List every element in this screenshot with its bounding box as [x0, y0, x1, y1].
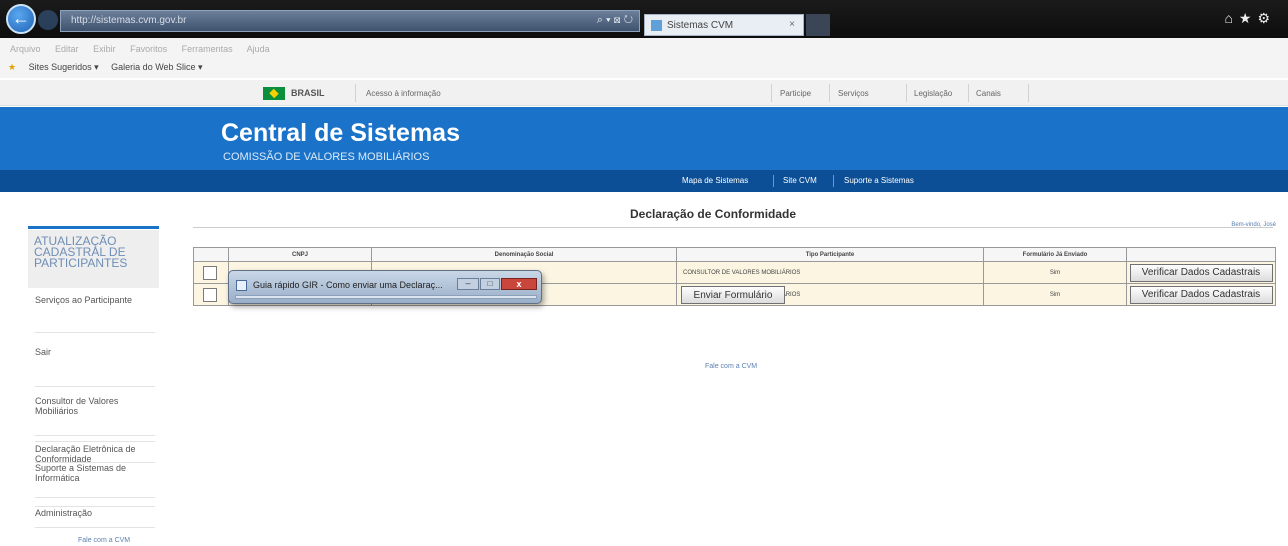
floating-window-title[interactable]: Guia rápido GIR - Como enviar uma Declar… [253, 280, 443, 290]
menu-item[interactable]: Editar [55, 44, 79, 54]
gov-link-participe[interactable]: Participe [780, 89, 811, 98]
maximize-icon[interactable]: □ [480, 278, 500, 290]
tab-title: Sistemas CVM [667, 20, 734, 31]
column-header-cnpj[interactable]: CNPJ [228, 247, 372, 262]
brazil-flag-icon [263, 87, 285, 100]
new-tab-button[interactable] [806, 14, 830, 36]
sidebar-item-servicos[interactable]: Serviços ao Participante [35, 295, 155, 333]
floating-window[interactable]: Guia rápido GIR - Como enviar uma Declar… [228, 270, 542, 304]
column-header-denominacao[interactable]: Denominação Social [371, 247, 677, 262]
divider [829, 84, 830, 102]
subnav-suporte[interactable]: Suporte a Sistemas [844, 176, 914, 185]
menu-item[interactable]: Exibir [93, 44, 116, 54]
send-form-button[interactable]: Enviar Formulário [681, 286, 785, 304]
tab-close-icon[interactable]: × [789, 19, 795, 30]
divider [833, 175, 834, 187]
enviado-cell: Sim [983, 261, 1127, 284]
gov-access-link[interactable]: Acesso à informação [366, 89, 441, 98]
row-checkbox[interactable] [203, 265, 217, 280]
close-icon[interactable]: x [501, 278, 537, 290]
table-header-row: CNPJ Denominação Social Tipo Participant… [193, 247, 1276, 262]
document-icon [236, 280, 247, 291]
gov-brasil-link[interactable]: BRASIL [291, 88, 325, 98]
action-cell: Verificar Dados Cadastrais [1126, 261, 1276, 284]
divider [355, 84, 356, 102]
subnav-mapa-sistemas[interactable]: Mapa de Sistemas [682, 176, 748, 185]
row-select-cell [193, 283, 229, 306]
gov-link-legislacao[interactable]: Legislação [914, 89, 952, 98]
sidebar-item-suporte-placeholder [35, 500, 155, 507]
title-divider [193, 227, 1273, 228]
tab-favicon-icon [651, 20, 662, 31]
sidebar-item-administracao[interactable]: Administração [35, 508, 155, 528]
browser-tab[interactable]: Sistemas CVM × [644, 14, 804, 36]
main-footer-link[interactable]: Fale com a CVM [705, 363, 757, 370]
menu-item[interactable]: Ferramentas [182, 44, 233, 54]
divider [906, 84, 907, 102]
back-arrow-icon[interactable]: ← [6, 4, 36, 34]
divider [771, 84, 772, 102]
browser-menubar: Arquivo Editar Exibir Favoritos Ferramen… [0, 38, 1288, 58]
page-title: Declaração de Conformidade [630, 207, 797, 221]
action-cell: Verificar Dados Cadastrais [1126, 283, 1276, 306]
verify-data-button[interactable]: Verificar Dados Cadastrais [1129, 263, 1273, 282]
welcome-link[interactable]: Bem-vindo, José [1231, 222, 1276, 228]
menu-item[interactable]: Favoritos [130, 44, 167, 54]
menu-item[interactable]: Ajuda [247, 44, 270, 54]
sidebar-item-sair[interactable]: Sair [35, 343, 155, 387]
divider [968, 84, 969, 102]
sidebar-item-suporte[interactable]: Suporte a Sistemas de Informática [35, 462, 155, 498]
divider [1028, 84, 1029, 102]
minimize-icon[interactable]: – [457, 278, 479, 290]
favorites-bar: ★ Sites Sugeridos ▾ Galeria do Web Slice… [0, 58, 1288, 78]
gov-link-canais[interactable]: Canais [976, 89, 1001, 98]
enviado-cell: Sim [983, 283, 1127, 306]
gov-link-servicos[interactable]: Serviços [838, 89, 869, 98]
home-favorites-settings-icon[interactable]: ⌂★⚙ [1224, 10, 1276, 27]
row-select-cell [193, 261, 229, 284]
site-header: Central de Sistemas COMISSÃO DE VALORES … [0, 107, 1288, 170]
header-subnav: Mapa de Sistemas Site CVM Suporte a Sist… [0, 170, 1288, 192]
address-url[interactable]: http://sistemas.cvm.gov.br [71, 15, 186, 26]
favorites-item[interactable]: Galeria do Web Slice ▾ [111, 62, 202, 72]
site-subtitle: COMISSÃO DE VALORES MOBILIÁRIOS [223, 151, 430, 163]
address-bar[interactable]: http://sistemas.cvm.gov.br ⌕ ▾ ⊠ ↻ [60, 10, 640, 32]
address-actions-icon[interactable]: ⌕ ▾ ⊠ ↻ [597, 14, 633, 27]
favorites-star-icon[interactable]: ★ [8, 62, 16, 72]
sidebar-heading: ATUALIZAÇÃO CADASTRAL DE PARTICIPANTES [28, 230, 159, 288]
column-header-enviado[interactable]: Formulário Já Enviado [983, 247, 1127, 262]
divider [773, 175, 774, 187]
site-title[interactable]: Central de Sistemas [221, 119, 460, 148]
column-header-select [193, 247, 229, 262]
column-header-action [1126, 247, 1276, 262]
forward-arrow-icon[interactable] [38, 10, 58, 30]
row-checkbox[interactable] [203, 287, 217, 302]
favorites-item[interactable]: Sites Sugeridos ▾ [29, 62, 99, 72]
subnav-site-cvm[interactable]: Site CVM [783, 176, 817, 185]
tipo-cell: CONSULTOR DE VALORES MOBILIÁRIOS [676, 261, 984, 284]
gov-bar: BRASIL Acesso à informação Participe Ser… [0, 80, 1288, 106]
menu-item[interactable]: Arquivo [10, 44, 41, 54]
sidebar-footer-link[interactable]: Fale com a CVM [78, 537, 130, 544]
floating-window-bar [235, 295, 537, 299]
browser-titlebar: ← http://sistemas.cvm.gov.br ⌕ ▾ ⊠ ↻ Sis… [0, 0, 1288, 38]
verify-data-button[interactable]: Verificar Dados Cadastrais [1129, 285, 1273, 304]
sidebar-accent [28, 226, 159, 229]
column-header-tipo[interactable]: Tipo Participante [676, 247, 984, 262]
